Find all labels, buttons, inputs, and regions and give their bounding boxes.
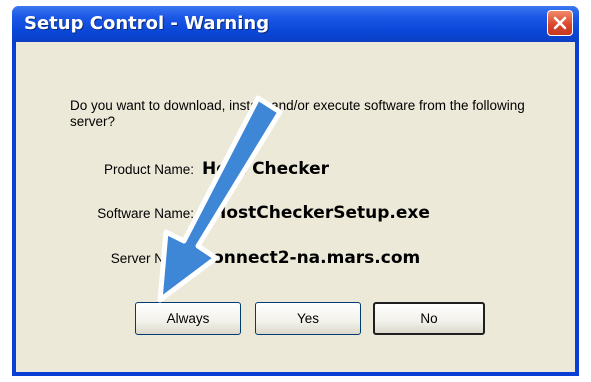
close-icon: [553, 16, 567, 30]
yes-button[interactable]: Yes: [255, 302, 361, 335]
software-name-label: Software Name:: [97, 206, 194, 221]
no-button[interactable]: No: [373, 302, 485, 335]
setup-control-dialog: Setup Control - Warning Do you want to d…: [12, 6, 579, 376]
title-bar[interactable]: Setup Control - Warning: [12, 6, 579, 42]
product-name-value: Host Checker: [202, 159, 330, 179]
question-text: Do you want to downlo‌ad, install, and/o…: [70, 98, 525, 129]
server-name-label: Server Name:: [110, 251, 194, 266]
close-button[interactable]: [547, 10, 573, 36]
dialog-title: Setup Control - Warning: [24, 13, 270, 34]
server-name-value: connect2-na.mars.com: [202, 248, 421, 268]
always-button[interactable]: Always: [135, 302, 241, 335]
product-name-label: Product Name:: [103, 162, 194, 177]
software-name-value: sHostCheckerSetup.exe: [202, 203, 430, 223]
